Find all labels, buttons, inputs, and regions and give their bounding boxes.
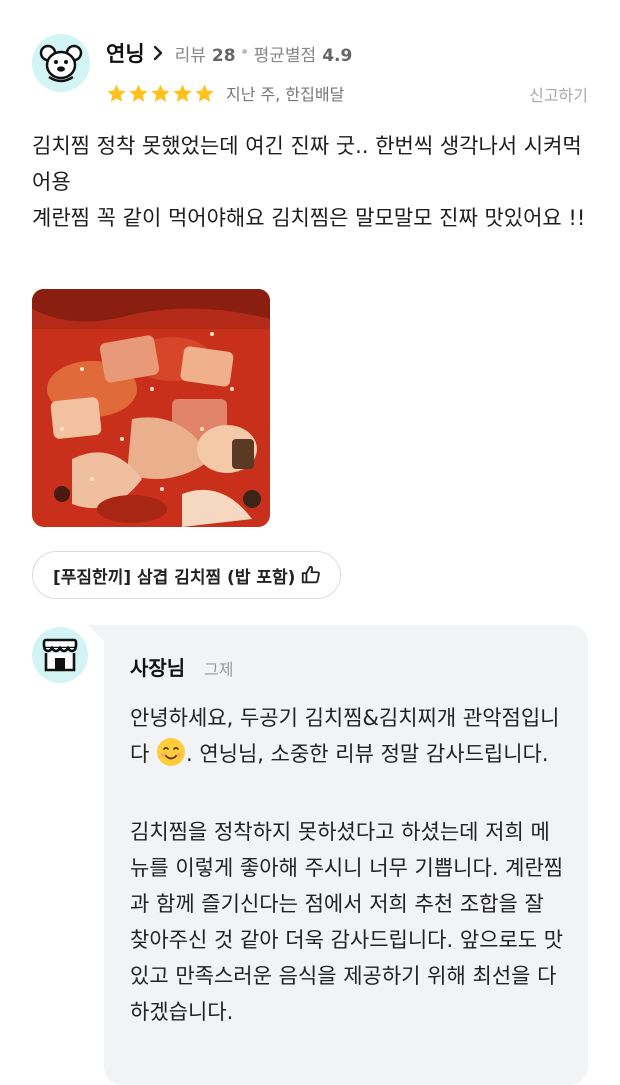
reply-bubble-tail bbox=[88, 625, 104, 641]
reply-text-part: . 연닝님, 소중한 리뷰 정말 감사드립니다. bbox=[186, 742, 549, 766]
review-line: 김치찜 정착 못했었는데 여긴 진짜 굿.. 한번씩 생각나서 시켜먹어용 bbox=[32, 134, 582, 194]
owner-avatar bbox=[32, 627, 88, 683]
star-icon bbox=[195, 84, 214, 102]
reply-paragraph: 안녕하세요, 두공기 김치찜&김치찌개 관악점입니다 . 연닝님, 소중한 리뷰… bbox=[130, 700, 565, 778]
review-line: 계란찜 꼭 같이 먹어야해요 김치찜은 말모말모 진짜 맛있어요 !! bbox=[32, 206, 586, 230]
rating-row: 지난 주, 한집배달 bbox=[106, 81, 344, 105]
star-rating bbox=[106, 83, 216, 104]
reviewer-header: 연닝 리뷰 28 • 평균별점 4.9 bbox=[106, 38, 352, 68]
reviewer-nickname[interactable]: 연닝 bbox=[106, 38, 145, 68]
reviewer-avatar[interactable] bbox=[32, 34, 90, 92]
reply-paragraph: 김치찜을 정착하지 못하셨다고 하셨는데 저희 메뉴를 이렇게 좋아해 주시니 … bbox=[130, 820, 564, 1024]
order-info: 지난 주, 한집배달 bbox=[226, 85, 345, 104]
owner-name: 사장님 bbox=[130, 656, 186, 680]
menu-chip-button[interactable]: [푸짐한끼] 삼겹 김치찜 (밥 포함) bbox=[32, 551, 342, 599]
storefront-icon bbox=[42, 638, 78, 672]
owner-reply-text: 안녕하세요, 두공기 김치찜&김치찌개 관악점입니다 . 연닝님, 소중한 리뷰… bbox=[130, 700, 565, 1030]
review-photo[interactable] bbox=[32, 289, 270, 527]
separator-dot: • bbox=[239, 43, 250, 63]
chevron-right-icon[interactable] bbox=[153, 45, 163, 61]
average-rating-value: 4.9 bbox=[322, 45, 353, 66]
mouse-face-icon bbox=[39, 44, 83, 83]
star-icon bbox=[129, 84, 148, 102]
kimchi-jjim-photo bbox=[32, 289, 270, 527]
thumbs-up-icon bbox=[300, 564, 322, 586]
average-rating-label: 평균별점 bbox=[253, 45, 317, 66]
star-icon bbox=[173, 84, 192, 102]
star-icon bbox=[107, 84, 126, 102]
average-rating: 평균별점 4.9 bbox=[254, 41, 353, 66]
owner-reply-date: 그제 bbox=[204, 660, 234, 679]
smiling-face-emoji-icon bbox=[156, 737, 186, 778]
review-count-value: 28 bbox=[211, 45, 236, 66]
review-count: 리뷰 28 bbox=[175, 41, 236, 66]
star-icon bbox=[151, 84, 170, 102]
report-button[interactable]: 신고하기 bbox=[529, 82, 588, 106]
menu-chip-label: [푸짐한끼] 삼겹 김치찜 (밥 포함) bbox=[53, 567, 296, 588]
review-count-label: 리뷰 bbox=[174, 45, 206, 66]
review-text: 김치찜 정착 못했었는데 여긴 진짜 굿.. 한번씩 생각나서 시켜먹어용 계란… bbox=[32, 128, 592, 236]
